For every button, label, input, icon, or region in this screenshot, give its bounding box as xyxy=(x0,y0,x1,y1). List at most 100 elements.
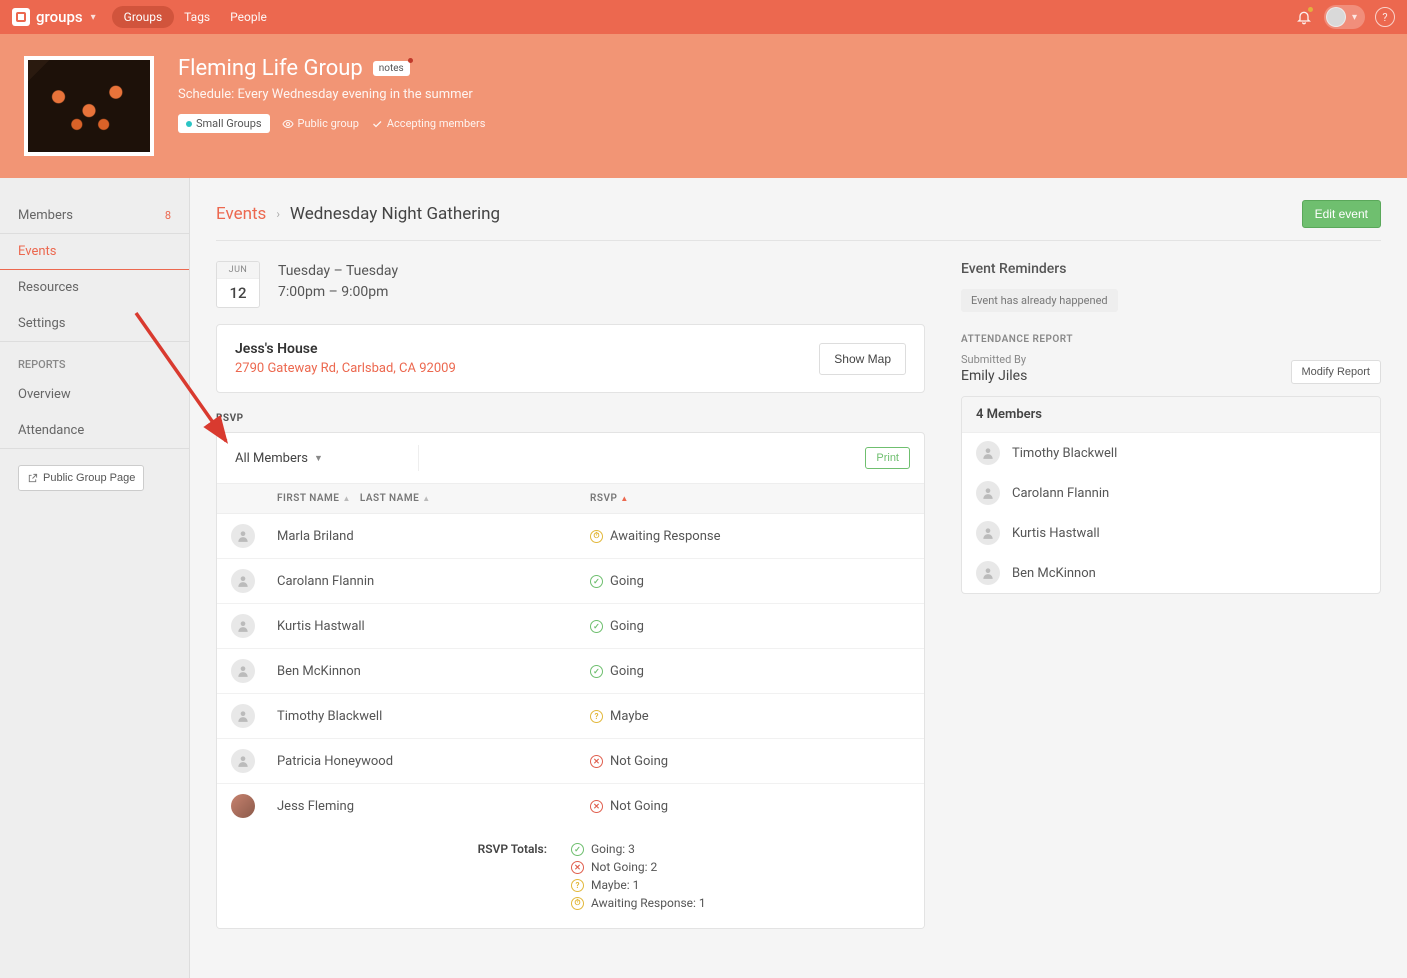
rsvp-status: Not Going xyxy=(610,799,668,814)
location-name: Jess's House xyxy=(235,341,456,357)
rsvp-status: Maybe xyxy=(610,709,649,724)
event-date-range: Tuesday – Tuesday xyxy=(278,261,398,282)
app-logo[interactable]: groups ▾ xyxy=(12,8,96,26)
nav-groups[interactable]: Groups xyxy=(112,6,175,28)
rsvp-status: Going xyxy=(610,619,644,634)
sidebar-item-settings[interactable]: Settings xyxy=(0,306,189,342)
print-button[interactable]: Print xyxy=(865,447,910,469)
group-image xyxy=(24,56,154,156)
accepting-label: Accepting members xyxy=(371,117,486,130)
member-filter-select[interactable]: All Members ▼ xyxy=(231,451,323,466)
sidebar-section-reports: REPORTS xyxy=(0,342,189,377)
help-icon[interactable]: ? xyxy=(1375,7,1395,27)
member-row[interactable]: Timothy Blackwell xyxy=(962,433,1380,473)
nav-people[interactable]: People xyxy=(220,6,277,28)
rsvp-status: Not Going xyxy=(610,754,668,769)
group-schedule: Schedule: Every Wednesday evening in the… xyxy=(178,87,485,102)
col-last-name[interactable]: LAST NAME xyxy=(360,493,419,504)
event-time-range: 7:00pm – 9:00pm xyxy=(278,282,398,303)
avatar-icon xyxy=(976,481,1000,505)
total-line: ✕Not Going: 2 xyxy=(571,860,910,874)
event-month: JUN xyxy=(217,262,259,279)
status-icon: ✓ xyxy=(590,620,603,633)
table-row[interactable]: Timothy Blackwell? Maybe xyxy=(217,694,924,739)
avatar-icon xyxy=(231,524,255,548)
rsvp-status: Going xyxy=(610,664,644,679)
avatar-icon xyxy=(231,794,255,818)
table-row[interactable]: Jess Fleming✕Not Going xyxy=(217,784,924,828)
top-bar: groups ▾ Groups Tags People ▾ ? xyxy=(0,0,1407,34)
bell-icon[interactable] xyxy=(1292,5,1316,29)
avatar-icon xyxy=(976,441,1000,465)
members-card: 4 Members Timothy Blackwell Carolann Flan… xyxy=(961,396,1381,594)
member-name: Jess Fleming xyxy=(277,799,590,814)
status-icon: ✓ xyxy=(590,665,603,678)
group-tag[interactable]: Small Groups xyxy=(178,114,270,133)
table-row[interactable]: Kurtis Hastwall✓Going xyxy=(217,604,924,649)
sidebar-item-resources[interactable]: Resources xyxy=(0,270,189,306)
status-icon: ✓ xyxy=(590,575,603,588)
total-line: ✓Going: 3 xyxy=(571,842,910,856)
chevron-down-icon: ▼ xyxy=(314,453,323,464)
breadcrumb: Events › Wednesday Night Gathering Edit … xyxy=(216,200,1381,228)
rsvp-section-label: RSVP xyxy=(216,413,925,424)
attendance-report-label: ATTENDANCE REPORT xyxy=(961,334,1381,345)
chevron-down-icon: ▾ xyxy=(1352,12,1357,23)
status-icon: ✕ xyxy=(590,755,603,768)
sidebar-item-events[interactable]: Events xyxy=(0,234,189,270)
member-name: Carolann Flannin xyxy=(1012,486,1109,501)
members-count: 4 Members xyxy=(962,397,1380,433)
group-title: Fleming Life Group xyxy=(178,56,363,81)
member-name: Ben McKinnon xyxy=(1012,566,1096,581)
sidebar-item-attendance[interactable]: Attendance xyxy=(0,413,189,449)
member-name: Timothy Blackwell xyxy=(277,709,590,724)
rsvp-status: Going xyxy=(610,574,644,589)
event-date-box: JUN 12 xyxy=(216,261,260,308)
table-row[interactable]: Patricia Honeywood✕ Not Going xyxy=(217,739,924,784)
member-row[interactable]: Kurtis Hastwall xyxy=(962,513,1380,553)
rsvp-totals-label: RSVP Totals: xyxy=(231,842,571,914)
location-card: Jess's House 2790 Gateway Rd, Carlsbad, … xyxy=(216,324,925,393)
rsvp-table: All Members ▼ Print FIRST NAME▲ LAST NAM… xyxy=(216,432,925,929)
status-icon: ⏱ xyxy=(590,530,603,543)
event-day: 12 xyxy=(217,279,259,307)
avatar-icon xyxy=(1326,7,1346,27)
total-line: ?Maybe: 1 xyxy=(571,878,910,892)
submitter-name: Emily Jiles xyxy=(961,368,1027,384)
member-row[interactable]: Ben McKinnon xyxy=(962,553,1380,593)
nav-tags[interactable]: Tags xyxy=(174,6,220,28)
avatar-icon xyxy=(231,569,255,593)
logo-icon xyxy=(12,8,30,26)
table-row[interactable]: Marla Briland⏱Awaiting Response xyxy=(217,514,924,559)
avatar-icon xyxy=(231,659,255,683)
member-name: Timothy Blackwell xyxy=(1012,446,1117,461)
modify-report-button[interactable]: Modify Report xyxy=(1291,360,1381,384)
col-first-name[interactable]: FIRST NAME xyxy=(277,493,339,504)
avatar-icon xyxy=(976,521,1000,545)
breadcrumb-root[interactable]: Events xyxy=(216,204,266,224)
total-line: ⏱Awaiting Response: 1 xyxy=(571,896,910,910)
notes-badge[interactable]: notes xyxy=(373,61,410,76)
member-name: Patricia Honeywood xyxy=(277,754,590,769)
table-row[interactable]: Ben McKinnon✓Going xyxy=(217,649,924,694)
public-group-page-button[interactable]: Public Group Page xyxy=(18,465,144,491)
show-map-button[interactable]: Show Map xyxy=(819,343,906,375)
sidebar: Members8 Events Resources Settings REPOR… xyxy=(0,178,190,978)
edit-event-button[interactable]: Edit event xyxy=(1302,200,1381,228)
visibility-label: Public group xyxy=(282,117,359,130)
member-row[interactable]: Carolann Flannin xyxy=(962,473,1380,513)
sidebar-item-overview[interactable]: Overview xyxy=(0,377,189,413)
group-header: Fleming Life Group notes Schedule: Every… xyxy=(0,34,1407,178)
reminders-title: Event Reminders xyxy=(961,261,1381,277)
col-rsvp[interactable]: RSVP xyxy=(590,493,617,504)
avatar-icon xyxy=(976,561,1000,585)
sidebar-item-members[interactable]: Members8 xyxy=(0,198,189,234)
location-address[interactable]: 2790 Gateway Rd, Carlsbad, CA 92009 xyxy=(235,361,456,376)
chevron-down-icon: ▾ xyxy=(91,12,96,23)
avatar-icon xyxy=(231,749,255,773)
status-icon: ? xyxy=(590,710,603,723)
table-row[interactable]: Carolann Flannin✓Going xyxy=(217,559,924,604)
user-menu[interactable]: ▾ xyxy=(1324,5,1365,29)
breadcrumb-current: Wednesday Night Gathering xyxy=(290,204,500,224)
submitted-by-label: Submitted By xyxy=(961,353,1027,366)
